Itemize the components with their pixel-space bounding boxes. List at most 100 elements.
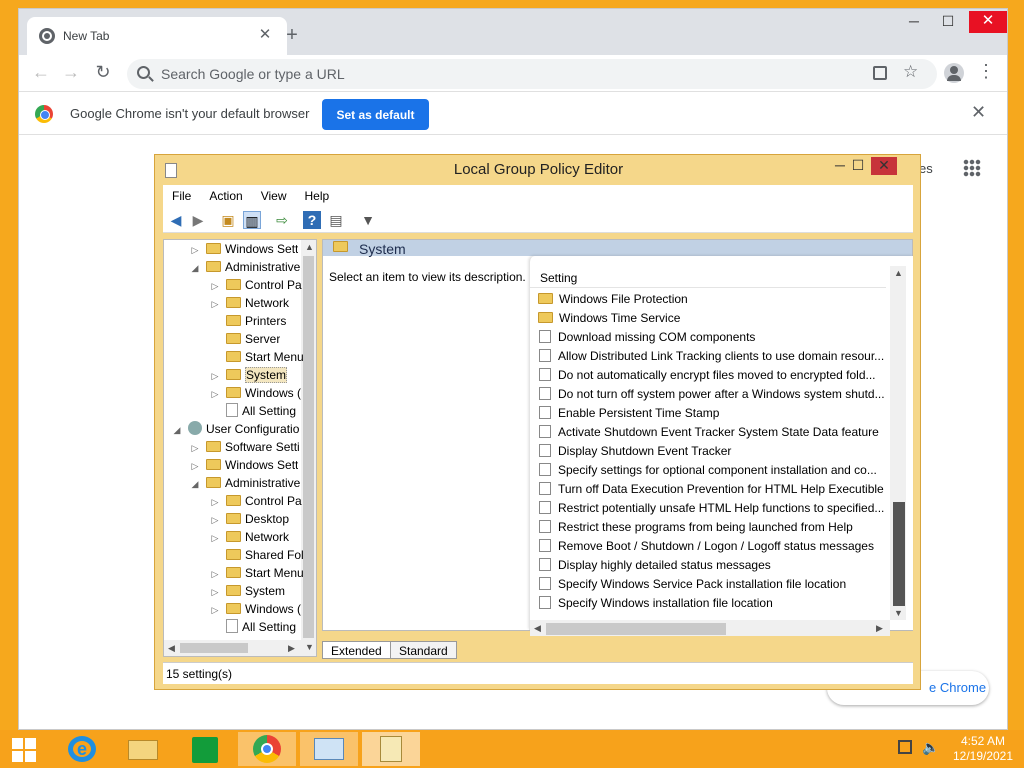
setting-row[interactable]: Remove Boot / Shutdown / Logon / Logoff … [538, 537, 884, 556]
tree-node[interactable]: ▷ System [210, 582, 285, 600]
setting-row[interactable]: Windows File Protection [538, 290, 884, 309]
tree-node[interactable]: ▷ Network [210, 294, 289, 312]
tree-node[interactable]: Shared Fol [210, 546, 304, 564]
chrome-taskbar-icon[interactable] [238, 732, 296, 766]
omnibox[interactable]: Search Google or type a URL ☆ [127, 59, 937, 89]
tree-node[interactable]: ◢ User Configuratio [172, 420, 299, 438]
infobar-close-icon[interactable]: ✕ [971, 102, 986, 123]
menu-help[interactable]: Help [296, 185, 339, 203]
bookmark-star-icon[interactable]: ☆ [903, 62, 918, 82]
expand-arrow-icon[interactable]: ▷ [210, 511, 220, 528]
tree-node[interactable]: ▷ Windows Sett [190, 240, 299, 258]
forward-icon[interactable]: ▶ [189, 211, 207, 229]
expand-arrow-icon[interactable]: ▷ [210, 601, 220, 618]
gpedit-maximize-icon[interactable]: ☐ [845, 157, 871, 175]
tab-standard[interactable]: Standard [390, 641, 457, 659]
setting-row[interactable]: Turn off Data Execution Prevention for H… [538, 480, 884, 499]
gpedit-taskbar-icon[interactable] [362, 732, 420, 766]
network-tray-icon[interactable] [898, 740, 912, 754]
profile-avatar-icon[interactable] [944, 63, 964, 83]
column-header-setting[interactable]: Setting [530, 266, 886, 288]
setting-row[interactable]: Activate Shutdown Event Tracker System S… [538, 423, 884, 442]
collapse-arrow-icon[interactable]: ◢ [172, 421, 182, 438]
apps-grid-icon[interactable] [963, 159, 981, 177]
tree-node[interactable]: ▷ Windows ( [210, 384, 301, 402]
tree-vertical-scrollbar[interactable]: ▲ ▼ [301, 240, 316, 656]
forward-arrow-icon[interactable]: → [59, 61, 83, 85]
list-hscroll-thumb[interactable] [546, 623, 726, 635]
tab-extended[interactable]: Extended [322, 641, 391, 659]
help-icon[interactable]: ? [303, 211, 321, 229]
maximize-icon[interactable]: ☐ [933, 11, 963, 33]
collapse-arrow-icon[interactable]: ◢ [190, 259, 200, 276]
tree-node[interactable]: Start Menu [210, 348, 304, 366]
menu-action[interactable]: Action [200, 185, 251, 203]
expand-arrow-icon[interactable]: ▷ [190, 439, 200, 456]
new-tab-plus-icon[interactable]: + [279, 23, 305, 49]
setting-row[interactable]: Restrict potentially unsafe HTML Help fu… [538, 499, 884, 518]
expand-arrow-icon[interactable]: ▷ [210, 529, 220, 546]
store-icon[interactable] [176, 732, 234, 766]
tree-node[interactable]: ▷ Control Pa [210, 276, 302, 294]
list-scroll-thumb[interactable] [893, 502, 905, 606]
show-hide-tree-icon[interactable]: ▥ [243, 211, 261, 229]
expand-arrow-icon[interactable]: ▷ [190, 241, 200, 258]
expand-arrow-icon[interactable]: ▷ [210, 583, 220, 600]
tree-node[interactable]: ▷ Software Setti [190, 438, 300, 456]
tree-horizontal-scrollbar[interactable]: ◀ ▶ [164, 640, 301, 656]
setting-row[interactable]: Specify Windows Service Pack installatio… [538, 575, 884, 594]
properties-icon[interactable]: ▤ [327, 211, 345, 229]
tab-new-tab[interactable]: New Tab ✕ [27, 17, 287, 55]
back-arrow-icon[interactable]: ← [29, 61, 53, 85]
setting-row[interactable]: Enable Persistent Time Stamp [538, 404, 884, 423]
expand-arrow-icon[interactable]: ▷ [210, 367, 220, 384]
tree-node[interactable]: ▷ Desktop [210, 510, 290, 528]
control-panel-icon[interactable] [300, 732, 358, 766]
setting-row[interactable]: Specify settings for optional component … [538, 461, 884, 480]
policy-tree[interactable]: ▲ ▼ ◀ ▶ ▷ Windows Sett ◢ Administrative ▷ Con… [163, 239, 317, 657]
filter-icon[interactable]: ▼ [359, 211, 377, 229]
tree-scroll-thumb[interactable] [303, 256, 314, 638]
system-clock[interactable]: 4:52 AM 12/19/2021 [948, 734, 1018, 764]
setting-row[interactable]: Windows Time Service [538, 309, 884, 328]
setting-row[interactable]: Display highly detailed status messages [538, 556, 884, 575]
gpedit-close-icon[interactable]: ✕ [871, 157, 897, 175]
expand-arrow-icon[interactable]: ▷ [210, 295, 220, 312]
menu-file[interactable]: File [163, 185, 200, 203]
expand-arrow-icon[interactable]: ▷ [210, 385, 220, 402]
share-icon[interactable] [873, 66, 887, 80]
setting-row[interactable]: Download missing COM components [538, 328, 884, 347]
setting-row[interactable]: Display Shutdown Event Tracker [538, 442, 884, 461]
tree-node[interactable]: All Setting [210, 618, 296, 636]
setting-row[interactable]: Do not automatically encrypt files moved… [538, 366, 884, 385]
expand-arrow-icon[interactable]: ▷ [210, 565, 220, 582]
tree-node[interactable]: All Setting [210, 402, 296, 420]
file-explorer-icon[interactable] [114, 732, 172, 766]
menu-kebab-icon[interactable]: ⋮ [977, 61, 995, 82]
volume-muted-icon[interactable]: 🔈 [922, 739, 939, 756]
up-folder-icon[interactable]: ▣ [219, 211, 237, 229]
tree-node[interactable]: ▷ System [210, 366, 288, 384]
setting-row[interactable]: Restrict these programs from being launc… [538, 518, 884, 537]
list-horizontal-scrollbar[interactable]: ◀ ▶ [530, 620, 890, 636]
list-vertical-scrollbar[interactable]: ▲ ▼ [890, 266, 906, 620]
tree-node[interactable]: ▷ Network [210, 528, 289, 546]
setting-row[interactable]: Specify Windows installation file locati… [538, 594, 884, 613]
expand-arrow-icon[interactable]: ▷ [210, 493, 220, 510]
set-as-default-button[interactable]: Set as default [322, 99, 429, 130]
menu-view[interactable]: View [252, 185, 296, 203]
start-windows-icon[interactable] [0, 730, 50, 768]
tree-node[interactable]: ◢ Administrative [190, 258, 301, 276]
close-window-icon[interactable]: ✕ [969, 11, 1007, 33]
tree-node[interactable]: Printers [210, 312, 286, 330]
tree-node[interactable]: Server [210, 330, 280, 348]
collapse-arrow-icon[interactable]: ◢ [190, 475, 200, 492]
tree-node[interactable]: ▷ Windows Sett [190, 456, 299, 474]
reload-icon[interactable]: ↻ [91, 61, 115, 85]
back-icon[interactable]: ◀ [167, 211, 185, 229]
setting-row[interactable]: Do not turn off system power after a Win… [538, 385, 884, 404]
tab-close-icon[interactable]: ✕ [255, 25, 275, 45]
setting-row[interactable]: Allow Distributed Link Tracking clients … [538, 347, 884, 366]
export-list-icon[interactable]: ⇨ [273, 211, 291, 229]
expand-arrow-icon[interactable]: ▷ [190, 457, 200, 474]
